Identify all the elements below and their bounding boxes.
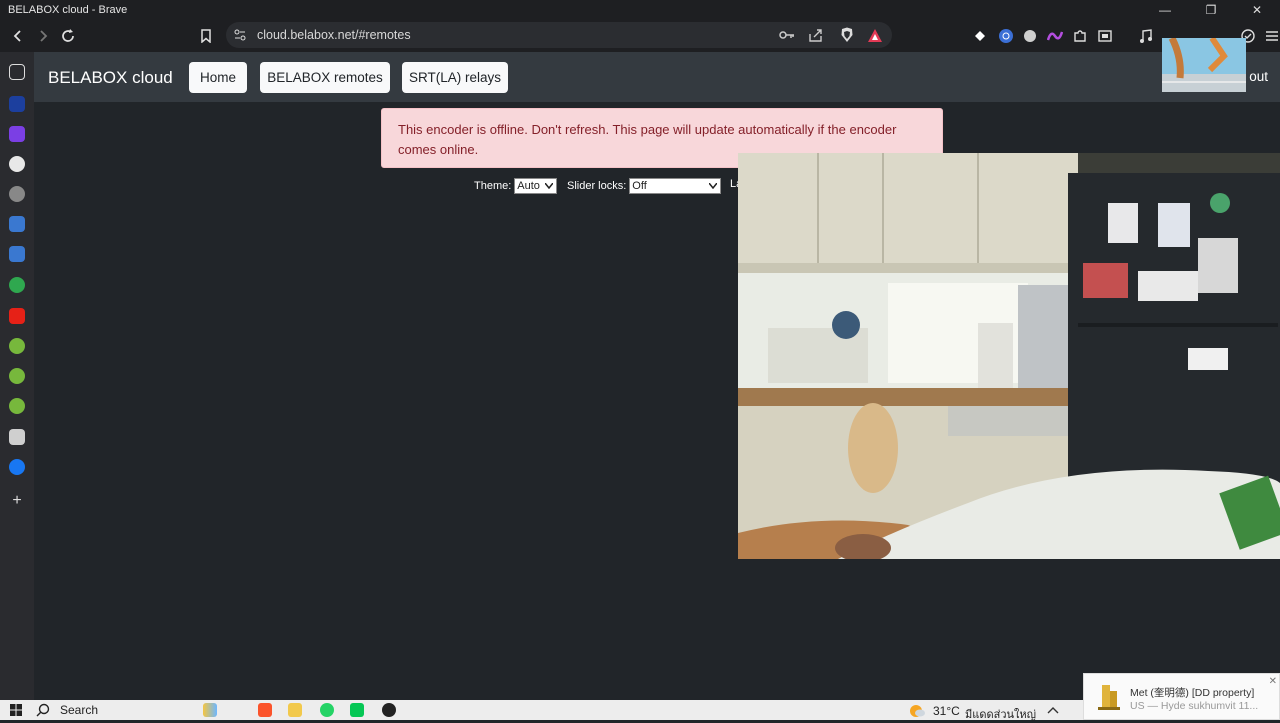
sidebar-add-icon[interactable]: +: [9, 493, 25, 509]
taskbar-brave-icon[interactable]: [258, 703, 272, 717]
sidebar-web-icon[interactable]: [9, 186, 25, 202]
sidebar-mail-icon[interactable]: [9, 126, 25, 142]
media-music-icon[interactable]: [1138, 28, 1154, 44]
taskbar-obs-icon[interactable]: [382, 703, 396, 717]
window-title: BELABOX cloud - Brave: [8, 4, 128, 16]
notification-close-icon[interactable]: ✕: [1269, 676, 1277, 687]
chevron-up-icon[interactable]: [1047, 706, 1059, 714]
sidebar-reddit-icon[interactable]: [9, 156, 25, 172]
home-button[interactable]: Home: [189, 62, 247, 93]
taskbar-search-label: Search: [60, 703, 99, 717]
reload-button[interactable]: [57, 25, 79, 47]
slider-locks-label: Slider locks:: [567, 180, 627, 192]
taskbar-whatsapp-icon[interactable]: [320, 703, 334, 717]
sidebar-app-icon-1[interactable]: [9, 216, 25, 232]
address-bar[interactable]: cloud.belabox.net/#remotes: [226, 22, 892, 48]
chevron-right-icon: [40, 30, 48, 42]
back-button[interactable]: [7, 25, 29, 47]
search-icon: [36, 703, 50, 717]
browser-menu-icon[interactable]: [1264, 28, 1280, 44]
chevron-down-icon: [709, 183, 718, 189]
window-controls: — ❐ ✕: [1142, 0, 1280, 20]
extension-gradient-icon[interactable]: [1047, 28, 1063, 44]
slider-locks-setting: Slider locks: Off: [567, 178, 722, 194]
sidebar-facebook-icon[interactable]: [9, 459, 25, 475]
sidebar-bookmark-app-icon[interactable]: [9, 96, 25, 112]
pip-image: [1162, 38, 1246, 92]
theme-select-value: Auto: [517, 180, 540, 192]
chevron-down-icon: [545, 183, 554, 189]
sidebar-app-icon-2[interactable]: [9, 246, 25, 262]
forward-button[interactable]: [32, 25, 54, 47]
minimize-button[interactable]: —: [1142, 0, 1188, 20]
notification-title: Met (奎明德) [DD property]: [1130, 687, 1255, 699]
chevron-left-icon: [13, 30, 21, 42]
weather-description[interactable]: มีแดดส่วนใหญ่: [965, 705, 1036, 723]
taskbar-line-icon[interactable]: [350, 703, 364, 717]
site-navbar: BELABOX cloud Home BELABOX remotes SRT(L…: [34, 52, 1280, 102]
brand-title[interactable]: BELABOX cloud: [48, 68, 173, 88]
notification-building-icon: [1098, 685, 1120, 710]
taskbar-file-explorer-icon[interactable]: [288, 703, 302, 717]
maximize-button[interactable]: ❐: [1188, 0, 1234, 20]
sidebar-line-icon-3[interactable]: [9, 398, 25, 414]
slider-locks-select[interactable]: Off: [629, 178, 722, 194]
reload-icon: [62, 29, 74, 42]
sidebar-maps-icon[interactable]: [9, 277, 25, 293]
sidebar-line-icon-1[interactable]: [9, 338, 25, 354]
sidebar-muted-icon[interactable]: [9, 429, 25, 445]
share-icon[interactable]: [808, 27, 824, 43]
taskbar-search[interactable]: Search: [36, 700, 98, 720]
windows-start-icon[interactable]: [10, 704, 22, 716]
sidebar-toggle-icon[interactable]: [9, 64, 25, 80]
brave-shields-icon[interactable]: [839, 27, 855, 43]
brave-rewards-icon[interactable]: [867, 27, 883, 43]
srtla-relays-button[interactable]: SRT(LA) relays: [402, 62, 508, 93]
notification-toast[interactable]: Met (奎明德) [DD property] US — Hyde sukhum…: [1083, 673, 1280, 720]
theme-setting: Theme: Auto: [474, 178, 558, 194]
extension-diamond-icon[interactable]: [972, 28, 988, 44]
logout-button[interactable]: out: [1249, 69, 1268, 84]
window-titlebar: BELABOX cloud - Brave — ❐ ✕: [0, 0, 1280, 20]
copilot-sparkle-icon[interactable]: [203, 703, 217, 717]
theme-select[interactable]: Auto: [514, 178, 558, 194]
browser-toolbar: cloud.belabox.net/#remotes: [0, 20, 1280, 52]
key-icon[interactable]: [779, 27, 795, 43]
extension-puzzle-blob-icon[interactable]: [1022, 28, 1038, 44]
slider-locks-select-value: Off: [632, 180, 647, 192]
site-settings-icon[interactable]: [232, 27, 248, 43]
url-text[interactable]: cloud.belabox.net/#remotes: [257, 28, 411, 42]
weather-sun-icon[interactable]: [909, 703, 925, 717]
extensions-puzzle-icon[interactable]: [1072, 28, 1088, 44]
belabox-remotes-button[interactable]: BELABOX remotes: [260, 62, 390, 93]
picture-in-picture-thumbnail[interactable]: [1162, 38, 1246, 92]
bookmark-icon: [201, 29, 211, 43]
webcam-overlay[interactable]: [738, 153, 1280, 559]
sidebar-youtube-icon[interactable]: [9, 308, 25, 324]
bookmark-button[interactable]: [195, 25, 217, 47]
theme-label: Theme:: [474, 180, 512, 192]
webcam-kitchen-image: [738, 153, 1280, 559]
browser-side-panel: +: [0, 52, 34, 700]
extension-search-icon[interactable]: [998, 28, 1014, 44]
close-button[interactable]: ✕: [1234, 0, 1280, 20]
sidebar-line-icon-2[interactable]: [9, 368, 25, 384]
weather-temperature[interactable]: 31°C: [933, 704, 960, 718]
screenshot-icon[interactable]: [1097, 28, 1113, 44]
notification-body: US — Hyde sukhumvit 11...: [1130, 700, 1259, 712]
